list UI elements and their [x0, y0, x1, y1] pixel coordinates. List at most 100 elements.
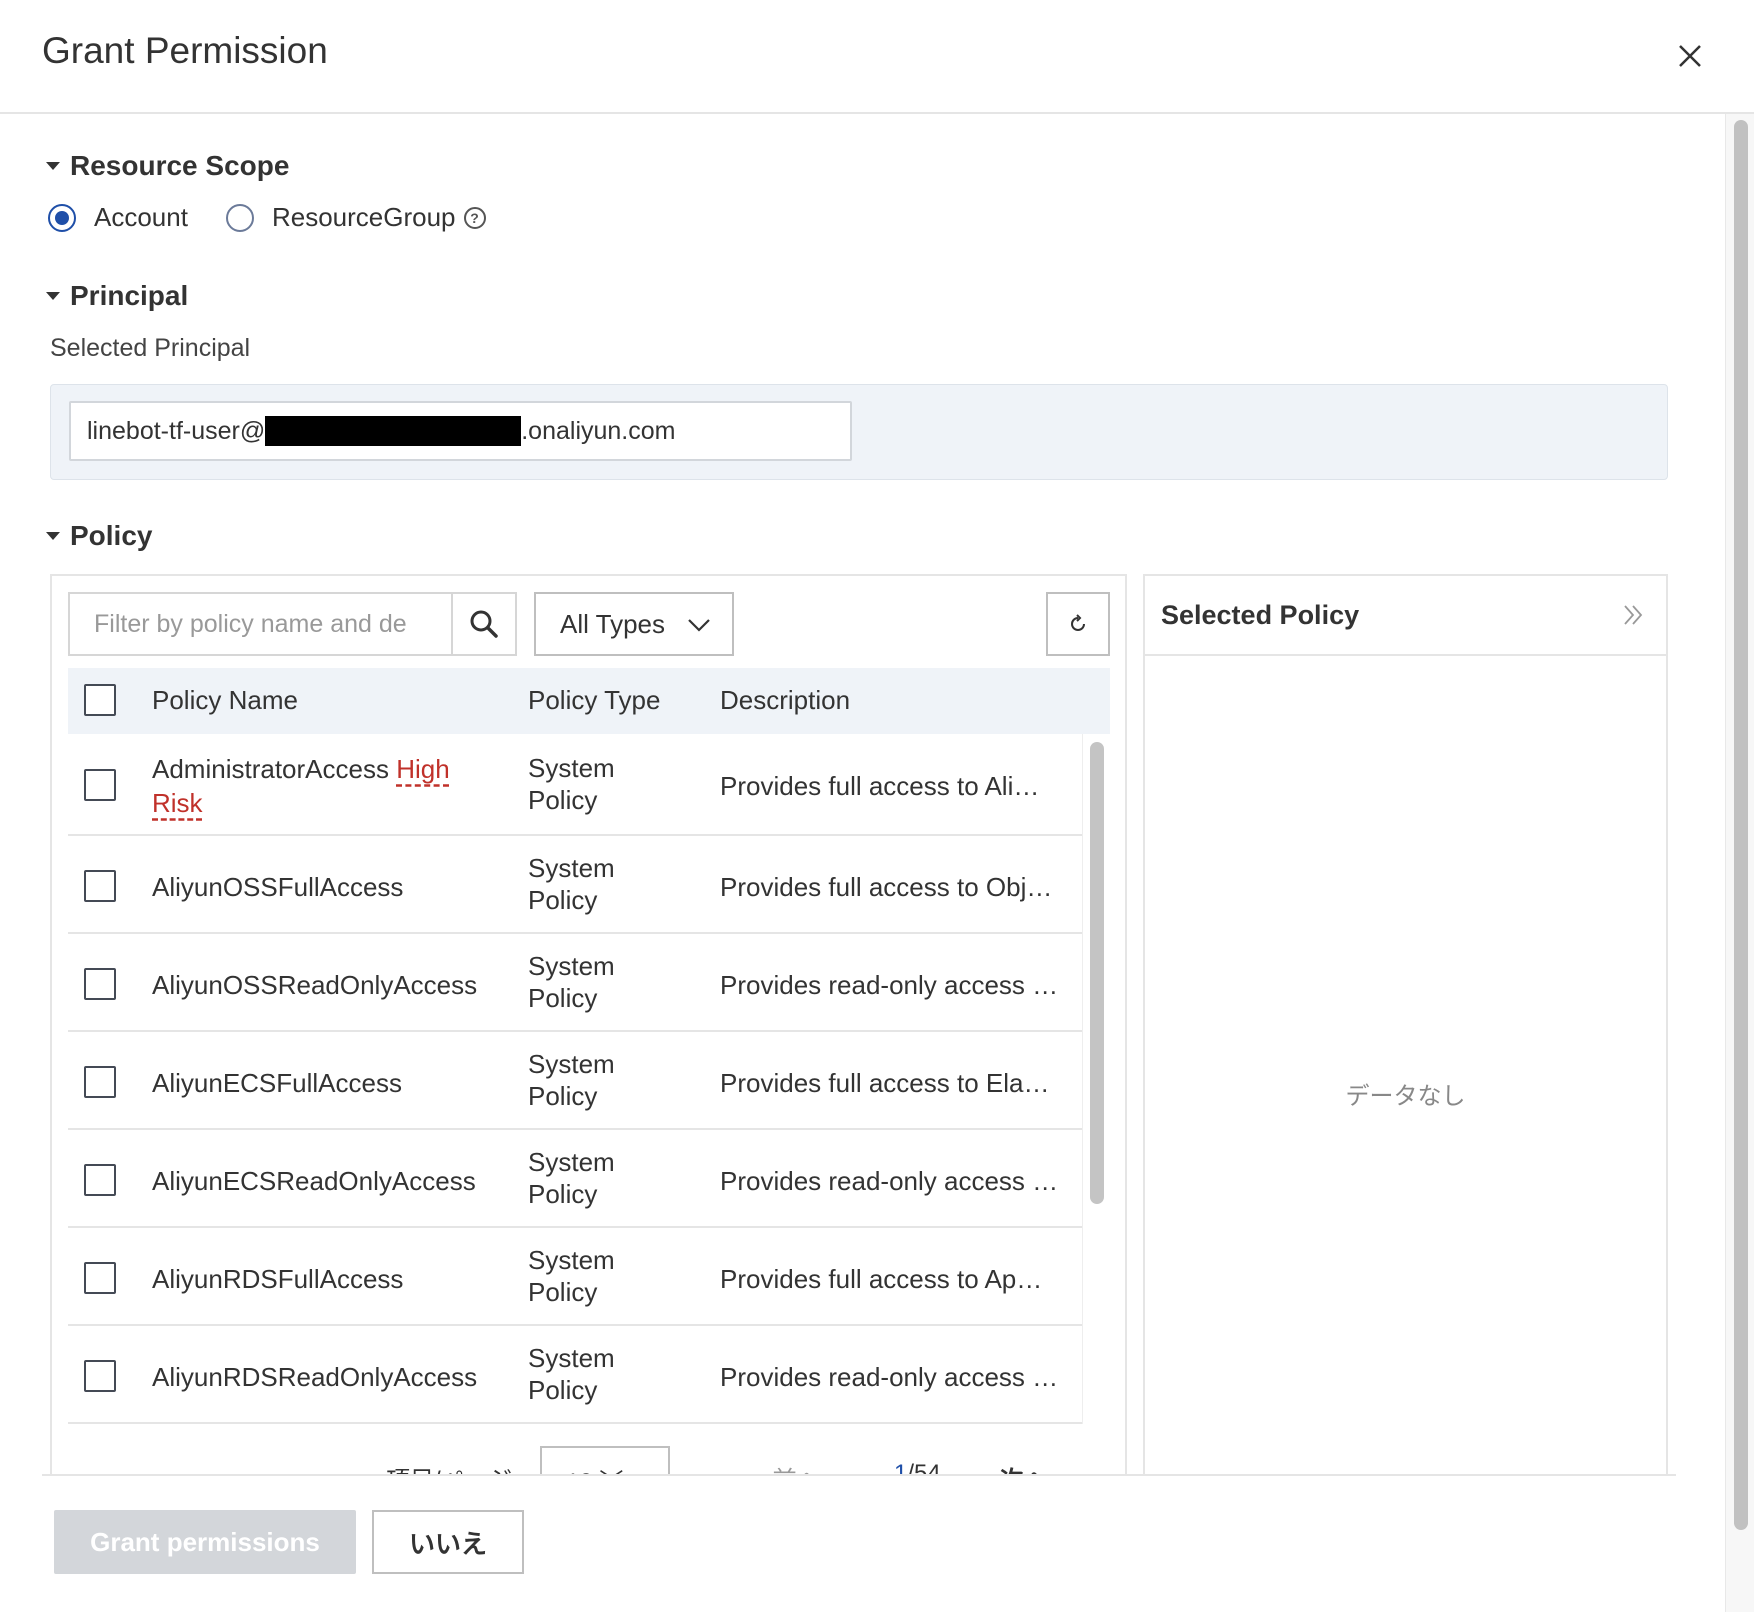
double-chevron-right-icon[interactable]	[1621, 602, 1647, 633]
row-checkbox[interactable]	[84, 1066, 116, 1098]
redacted-block	[265, 416, 522, 446]
table-row[interactable]: AliyunOSSReadOnlyAccess System Policy Pro…	[68, 934, 1082, 1032]
next-page-button[interactable]: 次へ ›	[1000, 1460, 1063, 1474]
policy-description: Provides full access to Ali…	[720, 771, 1040, 801]
table-row[interactable]: AliyunECSReadOnlyAccess System Policy Pro…	[68, 1130, 1082, 1228]
column-policy-type[interactable]: Policy Type	[528, 685, 660, 716]
policy-type-line1: System	[528, 753, 615, 783]
policy-type-line1: System	[528, 1343, 615, 1373]
row-checkbox[interactable]	[84, 870, 116, 902]
selected-principal-label: Selected Principal	[50, 334, 251, 362]
table-scrollbar-thumb[interactable]	[1090, 742, 1104, 1204]
policy-type-line2: Policy	[528, 1179, 598, 1209]
empty-state-text: データなし	[1345, 1083, 1466, 1110]
help-icon[interactable]: ?	[463, 206, 486, 229]
table-row[interactable]: AliyunRDSFullAccess System Policy Provide…	[68, 1228, 1082, 1326]
principal-header[interactable]: Principal	[46, 280, 188, 312]
policy-description: Provides read-only access …	[720, 1362, 1059, 1392]
current-page: 1	[894, 1460, 908, 1474]
policy-type-value: All Types	[560, 608, 666, 639]
selected-policy-title: Selected Policy	[1161, 600, 1360, 630]
policy-type-line2: Policy	[528, 785, 598, 815]
policy-name: AliyunECSFullAccess	[152, 1068, 402, 1098]
policy-type-cell: System Policy	[528, 950, 688, 1014]
policy-name: AliyunRDSFullAccess	[152, 1264, 404, 1294]
table-row[interactable]: AliyunECSFullAccess System Policy Provide…	[68, 1032, 1082, 1130]
row-checkbox[interactable]	[84, 1360, 116, 1392]
policy-type-line1: System	[528, 951, 615, 981]
policy-type-line2: Policy	[528, 983, 598, 1013]
radio-account-label[interactable]: Account	[94, 202, 188, 233]
row-checkbox[interactable]	[84, 968, 116, 1000]
policy-type-line2: Policy	[528, 1277, 598, 1307]
policy-list-panel: Filter by policy name and de All Types P…	[50, 574, 1127, 1474]
table-row[interactable]: AdministratorAccess High Risk System Poli…	[68, 734, 1082, 836]
caret-down-icon	[46, 292, 60, 300]
principal-container: linebot-tf-user@ .onaliyun.com	[50, 384, 1668, 480]
table-row[interactable]: AliyunOSSFullAccess System Policy Provide…	[68, 836, 1082, 934]
table-header: Policy Name Policy Type Description	[68, 668, 1110, 734]
policy-name: AliyunOSSReadOnlyAccess	[152, 970, 478, 1000]
grant-permissions-button[interactable]: Grant permissions	[54, 1510, 356, 1574]
chevron-down-icon	[688, 619, 710, 632]
policy-type-cell: System Policy	[528, 1048, 688, 1112]
policy-description: Provides full access to Obj…	[720, 872, 1053, 902]
row-checkbox[interactable]	[84, 1262, 116, 1294]
grant-permission-panel: Grant Permission Resource Scope Account …	[0, 0, 1754, 1612]
table-row[interactable]: AliyunRDSReadOnlyAccess System Policy Pro…	[68, 1326, 1082, 1424]
per-page-label: 項目/ページ	[386, 1460, 512, 1474]
page-indicator: 1/54	[894, 1460, 941, 1474]
policy-description: Provides read-only access …	[720, 970, 1059, 1000]
policy-type-line2: Policy	[528, 1375, 598, 1405]
pagination: 項目/ページ 10 ﹀ ‹ 前へ 1/54 次へ ›	[68, 1436, 1110, 1474]
policy-description: Provides full access to Ap…	[720, 1264, 1043, 1294]
row-checkbox[interactable]	[84, 769, 116, 801]
next-label: 次へ	[1000, 1467, 1048, 1474]
row-checkbox[interactable]	[84, 1164, 116, 1196]
radio-account[interactable]	[48, 203, 76, 232]
policy-type-line2: Policy	[528, 1081, 598, 1111]
policy-type-line1: System	[528, 1147, 615, 1177]
policy-header[interactable]: Policy	[46, 520, 152, 552]
policy-type-line1: System	[528, 1245, 615, 1275]
panel-header: Grant Permission	[0, 0, 1754, 114]
panel-scrollbar-thumb[interactable]	[1734, 120, 1748, 1530]
principal-field[interactable]: linebot-tf-user@ .onaliyun.com	[69, 401, 852, 461]
prev-page-button[interactable]: ‹ 前へ	[758, 1460, 821, 1474]
policy-type-line2: Policy	[528, 885, 598, 915]
radio-resource-group-label[interactable]: ResourceGroup	[272, 202, 456, 233]
cancel-button[interactable]: いいえ	[372, 1510, 524, 1574]
policy-table-body: AdministratorAccess High Risk System Poli…	[68, 734, 1082, 1424]
principal-title: Principal	[70, 280, 189, 311]
resource-scope-title: Resource Scope	[70, 150, 290, 181]
principal-value-suffix: .onaliyun.com	[521, 416, 676, 445]
policy-title: Policy	[70, 520, 153, 551]
policy-description: Provides full access to Ela…	[720, 1068, 1050, 1098]
refresh-icon	[1071, 614, 1085, 631]
policy-name: AliyunOSSFullAccess	[152, 872, 404, 902]
policy-name: AliyunRDSReadOnlyAccess	[152, 1362, 478, 1392]
per-page-select[interactable]: 10 ﹀	[540, 1446, 670, 1474]
close-icon[interactable]	[1670, 36, 1710, 76]
table-scrollbar[interactable]	[1082, 734, 1110, 1424]
policy-name: AdministratorAccess	[152, 754, 389, 784]
resource-scope-header[interactable]: Resource Scope	[46, 150, 289, 182]
policy-type-select[interactable]: All Types	[534, 592, 734, 656]
policy-name-cell: AdministratorAccess High Risk	[152, 752, 502, 820]
radio-resource-group[interactable]	[225, 203, 254, 232]
principal-value-prefix: linebot-tf-user@	[87, 416, 266, 445]
caret-down-icon	[46, 532, 60, 540]
policy-type-cell: System Policy	[528, 1146, 688, 1210]
policy-description: Provides read-only access …	[720, 1166, 1059, 1196]
policy-search-input[interactable]: Filter by policy name and de	[68, 592, 451, 656]
search-button[interactable]	[451, 592, 517, 656]
panel-scrollbar[interactable]	[1725, 114, 1754, 1612]
policy-type-cell: System Policy	[528, 1244, 688, 1308]
select-all-checkbox[interactable]	[84, 684, 116, 716]
refresh-button[interactable]	[1046, 592, 1110, 656]
selected-policy-header: Selected Policy	[1145, 576, 1666, 656]
selected-policy-panel: Selected Policy データなし	[1143, 574, 1668, 1474]
panel-footer: Grant permissions いいえ	[42, 1474, 1676, 1612]
column-policy-name[interactable]: Policy Name	[152, 685, 298, 716]
column-description[interactable]: Description	[720, 685, 850, 716]
